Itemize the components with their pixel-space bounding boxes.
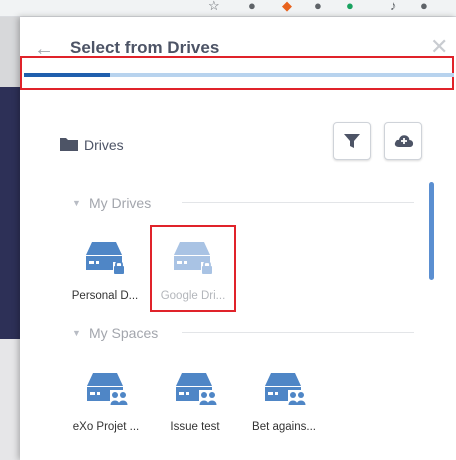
space-tile-bet-against[interactable]: Bet agains...: [244, 371, 324, 441]
section-my-spaces[interactable]: ▼ My Spaces: [70, 323, 414, 343]
section-my-drives[interactable]: ▼ My Drives: [70, 193, 414, 213]
close-icon[interactable]: ✕: [430, 36, 448, 58]
drives-label: Drives: [84, 137, 124, 153]
google-drive-highlight-box: [150, 225, 236, 312]
section-label: My Spaces: [89, 325, 159, 341]
drive-group-icon: [87, 373, 130, 406]
space-tile-exo-projet[interactable]: eXo Projet ...: [66, 371, 146, 441]
drive-lock-icon: [86, 242, 125, 274]
section-label: My Drives: [89, 195, 152, 211]
background-sidebar: [0, 87, 20, 339]
progress-highlight-box: [20, 56, 454, 90]
caret-down-icon: ▼: [72, 328, 81, 338]
drive-tile-personal[interactable]: Personal D...: [65, 240, 145, 310]
section-divider: [182, 332, 414, 333]
space-tile-issue-test[interactable]: Issue test: [155, 371, 235, 441]
cloud-upload-icon: [394, 135, 414, 147]
filter-icon: [344, 134, 360, 148]
avatar[interactable]: ●: [420, 0, 428, 14]
media-icon[interactable]: ♪: [390, 0, 397, 14]
progress-bar: [24, 73, 110, 77]
extension-icon[interactable]: ●: [314, 0, 322, 14]
extension-icon[interactable]: ●: [346, 0, 354, 14]
folder-icon: [60, 138, 78, 151]
star-icon[interactable]: ☆: [208, 0, 220, 14]
upload-cloud-button[interactable]: [384, 122, 422, 160]
section-divider: [182, 202, 414, 203]
drive-group-icon: [176, 373, 219, 406]
scrollbar[interactable]: [429, 182, 434, 280]
space-label: Bet agains...: [252, 421, 316, 433]
space-label: eXo Projet ...: [72, 421, 140, 433]
background-panel: [0, 339, 20, 460]
drive-group-icon: [265, 373, 308, 406]
extension-icon[interactable]: ◆: [282, 0, 292, 14]
space-label: Issue test: [170, 421, 220, 433]
drive-label: Personal D...: [71, 290, 139, 302]
progress-track: [24, 73, 454, 77]
caret-down-icon: ▼: [72, 198, 81, 208]
extension-icon[interactable]: ●: [248, 0, 256, 14]
filter-button[interactable]: [333, 122, 371, 160]
select-drives-drawer: ← Select from Drives ✕ Drives ▼ My Drive…: [20, 17, 456, 460]
browser-toolbar: ☆ ● ◆ ● ● ♪ ●: [0, 0, 456, 17]
